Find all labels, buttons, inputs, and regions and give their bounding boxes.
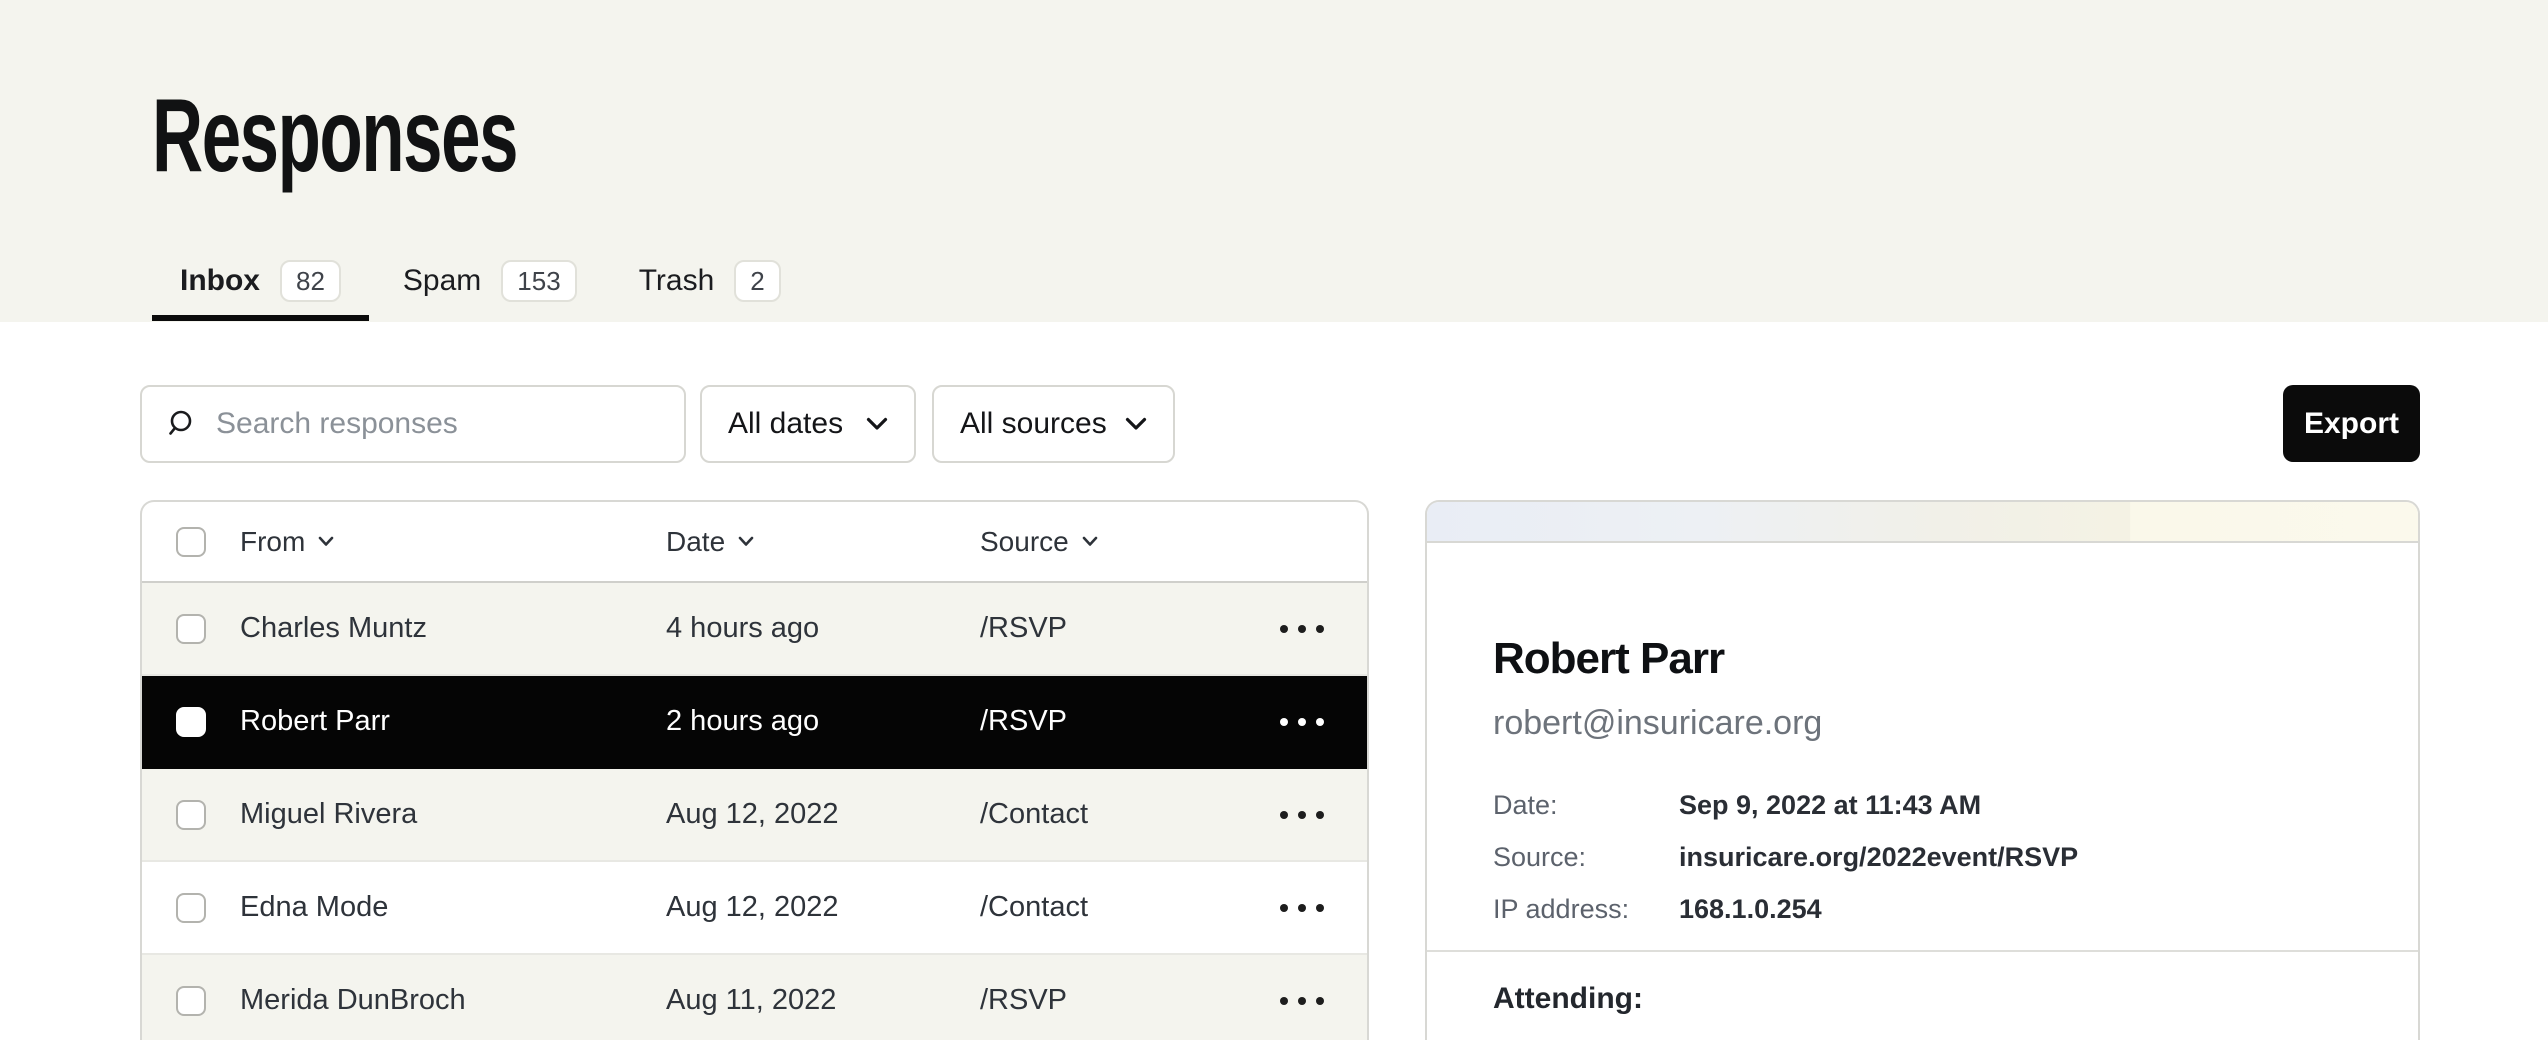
tab-spam-count-badge: 153: [501, 260, 576, 302]
row-date: 2 hours ago: [666, 705, 980, 738]
row-date: Aug 12, 2022: [666, 798, 980, 831]
chevron-down-icon: [1082, 536, 1098, 547]
source-filter-label: All sources: [960, 407, 1107, 441]
detail-email: robert@insuricare.org: [1493, 704, 1822, 743]
tab-inbox-count-badge: 82: [280, 260, 341, 302]
detail-source-label: Source:: [1493, 842, 1679, 873]
chevron-down-icon: [866, 417, 888, 431]
table-row[interactable]: Edna Mode Aug 12, 2022 /Contact: [142, 862, 1367, 955]
page-header-band: Responses Inbox 82 Spam 153 Trash 2: [0, 0, 2548, 322]
row-checkbox[interactable]: [176, 893, 206, 923]
row-checkbox[interactable]: [176, 707, 206, 737]
tab-spam-label: Spam: [403, 264, 481, 298]
row-checkbox[interactable]: [176, 986, 206, 1016]
search-icon: [166, 408, 198, 440]
column-header-source[interactable]: Source: [980, 526, 1280, 558]
row-actions-button[interactable]: [1280, 811, 1324, 819]
row-source: /RSVP: [980, 984, 1280, 1017]
table-row[interactable]: Merida DunBroch Aug 11, 2022 /RSVP: [142, 955, 1367, 1040]
row-checkbox[interactable]: [176, 800, 206, 830]
row-actions-button[interactable]: [1280, 625, 1324, 633]
source-filter-dropdown[interactable]: All sources: [932, 385, 1175, 463]
row-actions-button[interactable]: [1280, 718, 1324, 726]
select-all-checkbox[interactable]: [176, 527, 206, 557]
row-date: Aug 11, 2022: [666, 984, 980, 1017]
detail-source-value: insuricare.org/2022event/RSVP: [1679, 842, 2078, 873]
list-header: From Date Source: [142, 502, 1367, 583]
search-box[interactable]: [140, 385, 686, 463]
detail-gradient-banner: [1427, 502, 2418, 543]
table-row[interactable]: Miguel Rivera Aug 12, 2022 /Contact: [142, 769, 1367, 862]
detail-divider: [1427, 950, 2418, 952]
row-from: Edna Mode: [240, 891, 666, 924]
tab-trash-count-badge: 2: [734, 260, 780, 302]
detail-name: Robert Parr: [1493, 634, 1724, 684]
column-header-from[interactable]: From: [240, 526, 666, 558]
date-filter-dropdown[interactable]: All dates: [700, 385, 916, 463]
tab-trash[interactable]: Trash 2: [611, 240, 809, 322]
row-actions-button[interactable]: [1280, 904, 1324, 912]
tab-spam[interactable]: Spam 153: [375, 240, 605, 322]
chevron-down-icon: [738, 536, 754, 547]
table-row[interactable]: Charles Muntz 4 hours ago /RSVP: [142, 583, 1367, 676]
detail-meta-row: IP address: 168.1.0.254: [1493, 894, 2078, 925]
row-checkbox[interactable]: [176, 614, 206, 644]
detail-ip-value: 168.1.0.254: [1679, 894, 1822, 925]
tab-inbox-label: Inbox: [180, 264, 260, 298]
row-source: /Contact: [980, 891, 1280, 924]
detail-meta-row: Source: insuricare.org/2022event/RSVP: [1493, 842, 2078, 873]
responses-page: Responses Inbox 82 Spam 153 Trash 2 All …: [0, 0, 2548, 1030]
tab-trash-label: Trash: [639, 264, 715, 298]
detail-meta-row: Date: Sep 9, 2022 at 11:43 AM: [1493, 790, 2078, 821]
chevron-down-icon: [318, 536, 334, 547]
search-input[interactable]: [216, 407, 660, 441]
row-actions-button[interactable]: [1280, 997, 1324, 1005]
chevron-down-icon: [1125, 417, 1147, 431]
row-from: Merida DunBroch: [240, 984, 666, 1017]
date-filter-label: All dates: [728, 407, 843, 441]
row-date: Aug 12, 2022: [666, 891, 980, 924]
detail-ip-label: IP address:: [1493, 894, 1679, 925]
column-header-date[interactable]: Date: [666, 526, 980, 558]
export-button[interactable]: Export: [2283, 385, 2420, 462]
tab-inbox[interactable]: Inbox 82: [152, 240, 369, 322]
page-title: Responses: [152, 74, 517, 199]
detail-date-value: Sep 9, 2022 at 11:43 AM: [1679, 790, 1981, 821]
tabs: Inbox 82 Spam 153 Trash 2: [152, 240, 815, 322]
detail-section-heading: Attending:: [1493, 982, 1643, 1016]
responses-list-panel: From Date Source Charles Muntz: [140, 500, 1369, 1040]
row-from: Robert Parr: [240, 705, 666, 738]
row-from: Miguel Rivera: [240, 798, 666, 831]
row-source: /RSVP: [980, 612, 1280, 645]
row-from: Charles Muntz: [240, 612, 666, 645]
row-date: 4 hours ago: [666, 612, 980, 645]
detail-date-label: Date:: [1493, 790, 1679, 821]
response-detail-panel: Robert Parr robert@insuricare.org Date: …: [1425, 500, 2420, 1040]
row-source: /RSVP: [980, 705, 1280, 738]
table-row[interactable]: Robert Parr 2 hours ago /RSVP: [142, 676, 1367, 769]
detail-meta: Date: Sep 9, 2022 at 11:43 AM Source: in…: [1493, 790, 2078, 925]
row-source: /Contact: [980, 798, 1280, 831]
